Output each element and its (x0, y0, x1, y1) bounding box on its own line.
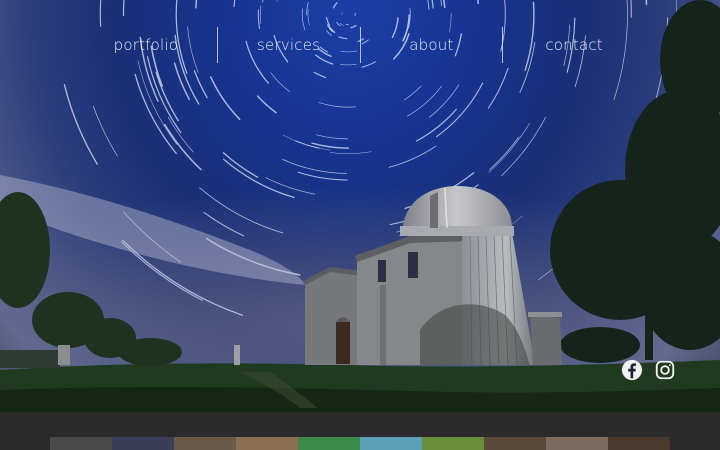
social-links (621, 359, 676, 381)
nav-item-services[interactable]: services (218, 26, 360, 64)
star-trail (99, 0, 102, 27)
thumbnail[interactable] (112, 437, 174, 450)
thumbnail[interactable] (174, 437, 236, 450)
star-trail (435, 82, 484, 138)
thumbnail-strip (50, 437, 670, 450)
star-trail (340, 63, 357, 66)
star-trail (283, 135, 331, 151)
nav-item-contact[interactable]: contact (503, 26, 645, 64)
thumbnail[interactable] (484, 437, 546, 450)
star-trail (318, 102, 357, 108)
main-nav: portfolio services about contact (75, 26, 645, 64)
star-trail (307, 9, 310, 26)
star-trail (332, 2, 338, 9)
star-trail (256, 95, 277, 114)
thumbnail[interactable] (298, 437, 360, 450)
star-trail (270, 72, 290, 92)
nav-item-about[interactable]: about (361, 26, 503, 64)
thumbnail[interactable] (608, 437, 670, 450)
thumbnail[interactable] (50, 437, 112, 450)
star-trail (313, 71, 327, 79)
star-trail (315, 134, 348, 140)
nav-item-portfolio[interactable]: portfolio (75, 26, 217, 64)
star-trail (209, 76, 241, 121)
star-trail (440, 0, 443, 6)
star-trail (403, 85, 422, 101)
star-trail (92, 105, 118, 157)
star-trail (487, 67, 509, 109)
star-trail (443, 0, 446, 9)
star-trail (233, 0, 236, 8)
star-trail (431, 0, 434, 9)
star-trail (195, 0, 198, 9)
star-trail (193, 70, 208, 99)
facebook-icon[interactable] (621, 359, 643, 381)
star-trail (645, 0, 648, 6)
instagram-icon[interactable] (654, 359, 676, 381)
star-trail (477, 0, 479, 5)
thumbnail[interactable] (546, 437, 608, 450)
star-trail (630, 0, 632, 18)
star-trail (262, 0, 264, 3)
hero-image: portfolio services about contact (0, 0, 720, 412)
star-trail (427, 0, 430, 10)
thumbnail[interactable] (360, 437, 422, 450)
star-trail (276, 0, 278, 2)
star-trail (325, 16, 331, 27)
star-trail (122, 0, 125, 17)
thumbnail[interactable] (422, 437, 484, 450)
thumbnail[interactable] (236, 437, 298, 450)
